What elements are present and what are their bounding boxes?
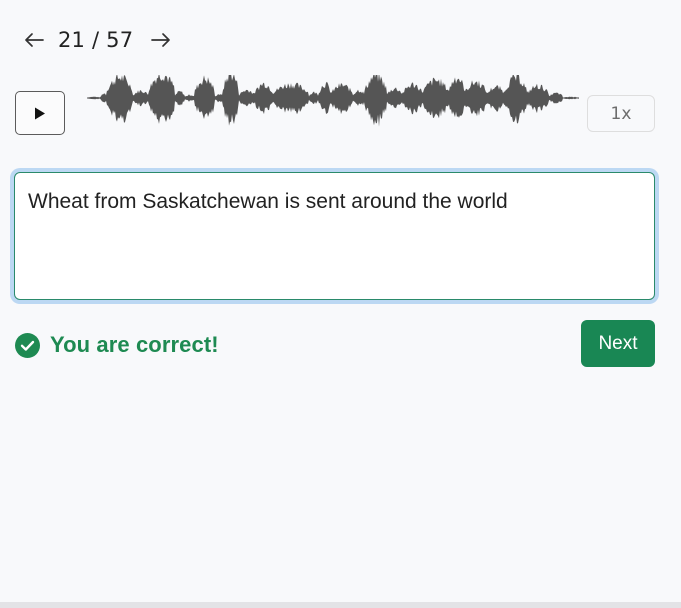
- transcription-input[interactable]: [14, 172, 655, 300]
- horizontal-scrollbar[interactable]: [0, 602, 681, 608]
- waveform-shape: [87, 75, 579, 127]
- arrow-left-icon: [25, 33, 44, 47]
- next-button[interactable]: Next: [581, 320, 655, 367]
- playback-speed-button[interactable]: 1x: [587, 95, 655, 132]
- check-circle-icon: [15, 332, 40, 358]
- play-icon: [35, 107, 45, 119]
- audio-player: 1x: [15, 75, 655, 137]
- next-question-arrow-button[interactable]: [145, 24, 177, 56]
- play-button[interactable]: [15, 91, 65, 135]
- answer-feedback: You are correct!: [15, 332, 219, 358]
- arrow-right-icon: [151, 33, 171, 47]
- audio-waveform[interactable]: [87, 75, 579, 151]
- question-navigation: 21 / 57: [18, 24, 177, 56]
- feedback-message: You are correct!: [50, 332, 219, 357]
- question-counter: 21 / 57: [58, 28, 134, 52]
- previous-question-button[interactable]: [18, 24, 50, 56]
